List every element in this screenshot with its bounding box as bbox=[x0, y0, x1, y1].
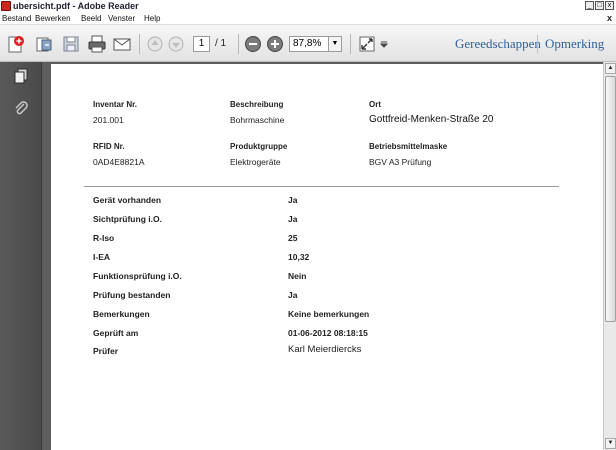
zoom-in-icon bbox=[267, 36, 283, 52]
result-label: R-Iso bbox=[93, 233, 115, 243]
result-label: Sichtprüfung i.O. bbox=[93, 214, 162, 224]
title-bar: ubersicht.pdf - Adobe Reader _ □ x bbox=[0, 0, 616, 12]
field-label: Inventar Nr. bbox=[93, 100, 138, 109]
more-icon bbox=[379, 41, 389, 48]
result-label: I-EA bbox=[93, 252, 110, 262]
divider bbox=[84, 186, 559, 187]
attachments-icon[interactable] bbox=[13, 100, 29, 116]
tools-link[interactable]: Gereedschappen bbox=[455, 35, 541, 53]
scroll-thumb[interactable] bbox=[605, 76, 616, 322]
email-icon bbox=[113, 38, 131, 51]
result-label: Bemerkungen bbox=[93, 309, 150, 319]
field-value: Bohrmaschine bbox=[230, 115, 285, 125]
chevron-up-icon: ▲ bbox=[607, 65, 614, 71]
vertical-scrollbar[interactable]: ▲ ▼ bbox=[603, 62, 616, 450]
zoom-out-button[interactable] bbox=[243, 34, 263, 54]
field-label: Beschreibung bbox=[230, 100, 284, 109]
result-label: Prüfung bestanden bbox=[93, 290, 171, 300]
zoom-out-icon bbox=[245, 36, 261, 52]
save-icon bbox=[63, 36, 79, 52]
toolbar-separator bbox=[238, 34, 239, 54]
window-title: ubersicht.pdf - Adobe Reader bbox=[13, 1, 139, 11]
menu-venster[interactable]: Venster bbox=[108, 12, 135, 25]
chevron-down-icon: ▼ bbox=[607, 440, 614, 446]
next-page-button[interactable] bbox=[166, 34, 186, 54]
chevron-down-icon: ▼ bbox=[331, 40, 339, 47]
maximize-button[interactable]: □ bbox=[595, 1, 604, 10]
zoom-input[interactable]: 87,8% bbox=[289, 36, 329, 52]
result-label: Gerät vorhanden bbox=[93, 195, 162, 205]
menu-help[interactable]: Help bbox=[144, 12, 160, 25]
print-icon bbox=[88, 35, 106, 53]
field-value: BGV A3 Prüfung bbox=[369, 157, 432, 167]
print-button[interactable] bbox=[87, 34, 107, 54]
page-total: / 1 bbox=[215, 38, 227, 49]
fit-page-icon bbox=[359, 36, 375, 52]
previous-page-button[interactable] bbox=[145, 34, 165, 54]
result-value: 25 bbox=[288, 233, 298, 243]
field-label: Betriebsmittelmaske bbox=[369, 142, 448, 151]
zoom-in-button[interactable] bbox=[265, 34, 285, 54]
open-icon bbox=[36, 37, 52, 52]
toolbar: 1 / 1 87,8% ▼ Gereedschappen Opmerking bbox=[0, 25, 616, 62]
result-value: Karl Meierdiercks bbox=[288, 344, 362, 355]
fit-page-button[interactable] bbox=[357, 34, 377, 54]
toolbar-separator bbox=[350, 34, 351, 54]
next-page-icon bbox=[168, 36, 184, 52]
field-value: 201.001 bbox=[93, 115, 124, 125]
link-separator bbox=[537, 35, 538, 53]
pdf-page: Inventar Nr. 201.001 Beschreibung Bohrma… bbox=[51, 64, 603, 450]
create-pdf-button[interactable] bbox=[6, 34, 26, 54]
document-close-button[interactable]: x bbox=[607, 12, 612, 25]
result-value: Ja bbox=[288, 290, 298, 300]
toolbar-separator bbox=[139, 34, 140, 54]
document-viewer: Inventar Nr. 201.001 Beschreibung Bohrma… bbox=[42, 62, 603, 450]
more-tools-button[interactable] bbox=[378, 34, 390, 54]
field-value: 0AD4E8821A bbox=[93, 157, 145, 167]
menu-beeld[interactable]: Beeld bbox=[81, 12, 101, 25]
field-label: Produktgruppe bbox=[230, 142, 288, 151]
menu-bewerken[interactable]: Bewerken bbox=[35, 12, 71, 25]
result-label: Funktionsprüfung i.O. bbox=[93, 271, 182, 281]
comment-link[interactable]: Opmerking bbox=[545, 35, 604, 53]
save-button[interactable] bbox=[61, 34, 81, 54]
window-controls: _ □ x bbox=[585, 1, 614, 11]
result-value: Keine bemerkungen bbox=[288, 309, 370, 319]
field-label: RFID Nr. bbox=[93, 142, 125, 151]
result-label: Geprüft am bbox=[93, 328, 139, 338]
pages-icon[interactable] bbox=[13, 68, 29, 84]
result-value: 10,32 bbox=[288, 252, 310, 262]
field-value: Gottfreid-Menken-Straße 20 bbox=[369, 114, 494, 125]
open-button[interactable] bbox=[34, 34, 54, 54]
field-value: Elektrogeräte bbox=[230, 157, 281, 167]
scroll-up-button[interactable]: ▲ bbox=[605, 63, 616, 74]
menu-bar: Bestand Bewerken Beeld Venster Help x bbox=[0, 12, 616, 25]
previous-page-icon bbox=[147, 36, 163, 52]
navigation-panel bbox=[0, 62, 42, 450]
email-button[interactable] bbox=[112, 34, 132, 54]
minimize-button[interactable]: _ bbox=[585, 1, 594, 10]
page-number-input[interactable]: 1 bbox=[193, 36, 210, 52]
result-value: Ja bbox=[288, 195, 298, 205]
scroll-down-button[interactable]: ▼ bbox=[605, 438, 616, 449]
result-label: Prüfer bbox=[93, 346, 119, 356]
result-value: 01-06-2012 08:18:15 bbox=[288, 328, 368, 338]
adobe-reader-icon bbox=[1, 1, 11, 11]
close-button[interactable]: x bbox=[605, 1, 614, 10]
create-pdf-icon bbox=[8, 36, 24, 53]
result-value: Nein bbox=[288, 271, 307, 281]
result-value: Ja bbox=[288, 214, 298, 224]
zoom-dropdown-button[interactable]: ▼ bbox=[329, 36, 342, 52]
menu-bestand[interactable]: Bestand bbox=[2, 12, 31, 25]
field-label: Ort bbox=[369, 100, 381, 109]
